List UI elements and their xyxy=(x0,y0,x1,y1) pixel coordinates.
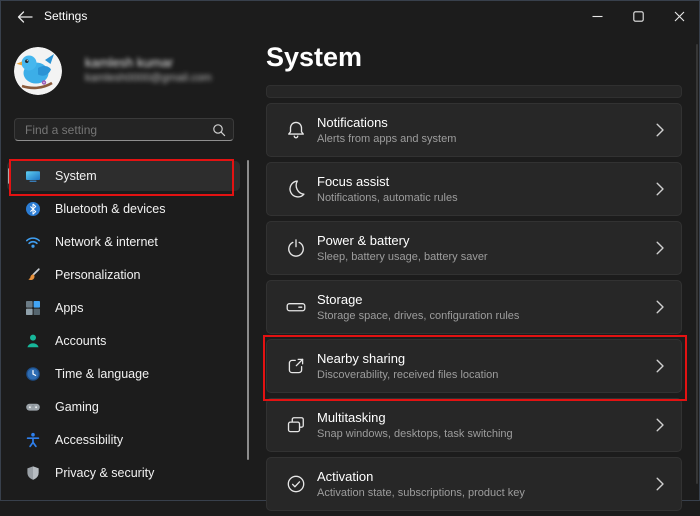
moon-icon xyxy=(284,178,308,200)
card-text: Multitasking Snap windows, desktops, tas… xyxy=(317,410,513,441)
selection-pill xyxy=(8,168,11,184)
user-email: kamlesh0000@gmail.com xyxy=(85,72,212,84)
card-focus-assist[interactable]: Focus assist Notifications, automatic ru… xyxy=(266,162,682,216)
card-title: Focus assist xyxy=(317,174,458,190)
sidebar-item-network-internet[interactable]: Network & internet xyxy=(7,227,240,257)
card-title: Nearby sharing xyxy=(317,351,498,367)
sidebar-item-label: Bluetooth & devices xyxy=(55,202,166,216)
card-title: Notifications xyxy=(317,115,456,131)
search-icon xyxy=(212,123,226,137)
sidebar-item-label: Apps xyxy=(55,301,84,315)
card-subtitle: Alerts from apps and system xyxy=(317,133,456,145)
sidebar-item-bluetooth-devices[interactable]: Bluetooth & devices xyxy=(7,194,240,224)
sidebar-item-label: Accessibility xyxy=(55,433,123,447)
card-text: Power & battery Sleep, battery usage, ba… xyxy=(317,233,488,264)
bell-icon xyxy=(284,119,308,141)
wifi-icon xyxy=(25,234,41,250)
sidebar-nav: System Bluetooth & devices Network & int… xyxy=(7,161,240,491)
card-subtitle: Snap windows, desktops, task switching xyxy=(317,428,513,440)
drive-icon xyxy=(284,296,308,318)
clock-icon xyxy=(25,366,41,382)
card-text: Focus assist Notifications, automatic ru… xyxy=(317,174,458,205)
sidebar-item-label: System xyxy=(55,169,97,183)
card-text: Nearby sharing Discoverability, received… xyxy=(317,351,498,382)
card-power-battery[interactable]: Power & battery Sleep, battery usage, ba… xyxy=(266,221,682,275)
share-icon xyxy=(284,355,308,377)
card-storage[interactable]: Storage Storage space, drives, configura… xyxy=(266,280,682,334)
sidebar-item-label: Time & language xyxy=(55,367,149,381)
card-title: Storage xyxy=(317,292,519,308)
sidebar-item-gaming[interactable]: Gaming xyxy=(7,392,240,422)
search-input[interactable] xyxy=(15,119,210,140)
settings-card-list: Notifications Alerts from apps and syste… xyxy=(266,103,682,516)
chevron-right-icon xyxy=(656,300,664,314)
sidebar-item-system[interactable]: System xyxy=(7,161,240,191)
window-title: Settings xyxy=(44,9,87,23)
card-subtitle: Activation state, subscriptions, product… xyxy=(317,487,525,499)
person-icon xyxy=(25,333,41,349)
card-title: Multitasking xyxy=(317,410,513,426)
check-circle-icon xyxy=(284,473,308,495)
close-icon xyxy=(674,11,685,22)
bluetooth-icon xyxy=(25,201,41,217)
maximize-icon xyxy=(633,11,644,22)
user-avatar[interactable] xyxy=(14,47,62,95)
chevron-right-icon xyxy=(656,359,664,373)
sidebar-item-label: Personalization xyxy=(55,268,140,282)
sidebar-item-label: Accounts xyxy=(55,334,106,348)
sidebar-item-time-language[interactable]: Time & language xyxy=(7,359,240,389)
chevron-right-icon xyxy=(656,477,664,491)
card-subtitle: Discoverability, received files location xyxy=(317,369,498,381)
card-text: Activation Activation state, subscriptio… xyxy=(317,469,525,500)
sidebar-item-label: Network & internet xyxy=(55,235,158,249)
close-button[interactable] xyxy=(659,0,700,32)
page-title: System xyxy=(266,42,362,73)
minimize-button[interactable] xyxy=(577,0,618,32)
search-box xyxy=(14,118,234,141)
overlapping-windows-icon xyxy=(284,414,308,436)
card-subtitle: Storage space, drives, configuration rul… xyxy=(317,310,519,322)
sidebar-item-accessibility[interactable]: Accessibility xyxy=(7,425,240,455)
chevron-right-icon xyxy=(656,241,664,255)
shield-icon xyxy=(25,465,41,481)
window-controls xyxy=(577,0,700,32)
card-activation[interactable]: Activation Activation state, subscriptio… xyxy=(266,457,682,511)
sidebar-item-apps[interactable]: Apps xyxy=(7,293,240,323)
chevron-right-icon xyxy=(656,123,664,137)
card-text: Storage Storage space, drives, configura… xyxy=(317,292,519,323)
user-name: kamlesh kumar xyxy=(85,55,173,70)
maximize-button[interactable] xyxy=(618,0,659,32)
sidebar-scrollbar[interactable] xyxy=(247,160,249,460)
card-subtitle: Sleep, battery usage, battery saver xyxy=(317,251,488,263)
titlebar: Settings xyxy=(0,0,700,32)
minimize-icon xyxy=(592,11,603,22)
sidebar-item-label: Privacy & security xyxy=(55,466,154,480)
main-scrollbar[interactable] xyxy=(696,44,698,484)
card-title: Activation xyxy=(317,469,525,485)
settings-window: { "titlebar": { "title": "Settings" }, "… xyxy=(0,0,700,501)
back-arrow-icon xyxy=(17,11,33,23)
sidebar-item-label: Gaming xyxy=(55,400,99,414)
card-notifications[interactable]: Notifications Alerts from apps and syste… xyxy=(266,103,682,157)
paintbrush-icon xyxy=(25,267,41,283)
sidebar-item-accounts[interactable]: Accounts xyxy=(7,326,240,356)
sidebar-item-privacy-security[interactable]: Privacy & security xyxy=(7,458,240,488)
card-multitasking[interactable]: Multitasking Snap windows, desktops, tas… xyxy=(266,398,682,452)
card-title: Power & battery xyxy=(317,233,488,249)
apps-grid-icon xyxy=(25,300,41,316)
power-icon xyxy=(284,237,308,259)
card-text: Notifications Alerts from apps and syste… xyxy=(317,115,456,146)
partially-scrolled-card[interactable] xyxy=(266,85,682,98)
back-button[interactable] xyxy=(8,4,42,29)
card-subtitle: Notifications, automatic rules xyxy=(317,192,458,204)
accessibility-person-icon xyxy=(25,432,41,448)
chevron-right-icon xyxy=(656,418,664,432)
gamepad-icon xyxy=(25,399,41,415)
sidebar-item-personalization[interactable]: Personalization xyxy=(7,260,240,290)
card-nearby-sharing[interactable]: Nearby sharing Discoverability, received… xyxy=(266,339,682,393)
chevron-right-icon xyxy=(656,182,664,196)
display-icon xyxy=(25,168,41,184)
